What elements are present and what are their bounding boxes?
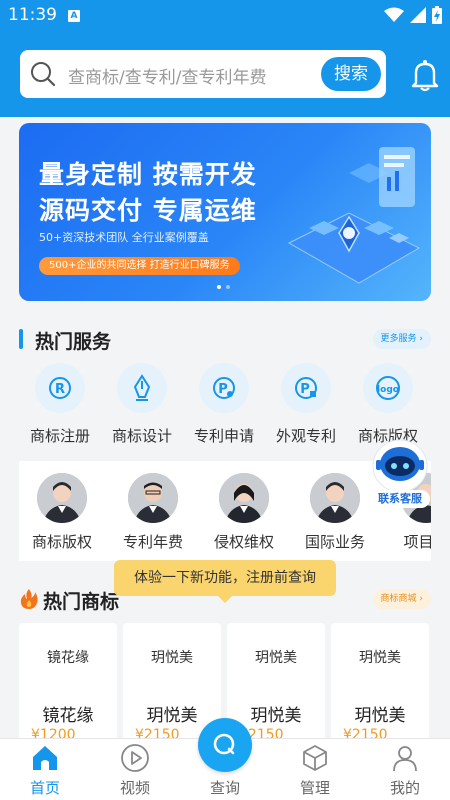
nav-label: 首页 [29,779,60,797]
header: 查商标/查专利/查专利年费 搜索 [0,32,450,117]
query-fab[interactable] [198,718,252,772]
section-accent-bar [19,329,23,349]
service-label: 专利申请 [193,427,254,445]
customer-service-label: 联系客服 [370,490,430,508]
fire-icon [20,589,38,609]
trademark-logo: 玥悦美 [255,650,297,666]
trademark-price: ¥2150 [343,727,388,738]
play-circle-icon [90,743,180,773]
nav-video[interactable]: 视频 [90,743,180,798]
trademark-mall-link[interactable]: 商标商城 › [372,589,431,609]
trademark-price: ¥1200 [31,727,76,738]
hot-trademarks-title: 热门商标 [43,591,120,613]
status-indicators [384,6,442,24]
service-item-logo-copyright[interactable]: logo 商标版权 [347,361,429,446]
trademark-name: 镜花缘 [42,706,94,726]
trademark-card[interactable]: 玥悦美 玥悦美 ¥2150 [123,623,221,738]
service-item-patent-apply[interactable]: P 专利申请 [183,361,265,446]
trademark-mall-label: 商标商城 [380,594,417,604]
service-item-design-patent[interactable]: P 外观专利 [265,361,347,446]
nav-home[interactable]: 首页 [0,743,90,798]
expert-label: 侵权维权 [213,533,274,551]
trademark-price: ¥2150 [135,727,180,738]
trademark-name: 玥悦美 [250,706,302,726]
banner-dot [226,285,230,289]
more-services-link[interactable]: 更多服务 › [372,329,431,349]
banner-pill: 500+企业的共同选择 打造行业口碑服务 [39,257,240,275]
expert-item[interactable]: 专利年费 [108,473,198,552]
expert-item[interactable]: 商标版权 [19,473,107,552]
trademark-logo: 玥悦美 [359,650,401,666]
trademark-name: 玥悦美 [146,706,198,726]
banner-pagination [217,285,230,289]
cube-icon [270,743,360,773]
nav-label: 视频 [119,779,150,797]
nav-label: 管理 [299,779,330,797]
avatar [310,473,360,523]
service-label: 商标设计 [111,427,172,445]
home-content[interactable]: 量身定制 按需开发 源码交付 专属运维 50+资深技术团队 全行业案例覆盖 50… [0,117,450,738]
banner-headline-1: 量身定制 按需开发 [39,160,257,189]
trademark-logo: 镜花缘 [47,650,89,666]
cellular-signal-icon [410,7,426,23]
service-item-trademark-design[interactable]: 商标设计 [101,361,183,446]
nav-manage[interactable]: 管理 [270,743,360,798]
service-label: 外观专利 [275,427,336,445]
banner-headline-2: 源码交付 专属运维 [39,196,257,225]
new-feature-tooltip[interactable]: 体验一下新功能，注册前查询 [114,560,336,596]
tooltip-arrow [218,596,232,603]
search-bar[interactable]: 查商标/查专利/查专利年费 搜索 [20,50,386,98]
status-time: 11:39 [8,5,57,25]
banner-dot-active [217,285,221,289]
service-item-trademark-register[interactable]: R 商标注册 [19,361,101,446]
expert-label: 国际业务 [304,533,365,551]
search-icon [31,62,56,87]
search-icon [213,733,235,755]
avatar [128,473,178,523]
wifi-icon [384,7,404,22]
expert-item[interactable]: 侵权维权 [199,473,289,552]
pen-nib-icon [117,363,167,413]
service-label: 商标注册 [29,427,90,445]
trademark-card[interactable]: 玥悦美 玥悦美 ¥2150 [227,623,325,738]
user-icon [360,743,450,773]
home-icon [0,743,90,773]
nav-label: 我的 [389,779,420,797]
expert-label: 商标版权 [31,533,92,551]
svg-text:P: P [300,382,310,397]
svg-text:logo: logo [377,385,399,395]
svg-text:R: R [55,382,65,397]
trademark-r-icon: R [35,363,85,413]
more-services-label: 更多服务 [380,334,417,344]
bell-icon[interactable] [408,58,442,92]
promo-banner[interactable]: 量身定制 按需开发 源码交付 专属运维 50+资深技术团队 全行业案例覆盖 50… [19,123,431,301]
avatar [37,473,87,523]
patent-p-icon: P [199,363,249,413]
battery-charging-icon [432,6,442,24]
trademark-card[interactable]: 镜花缘 镜花缘 ¥1200 [19,623,117,738]
search-button[interactable]: 搜索 [321,57,381,91]
expert-label: 项目设 [403,533,431,551]
banner-subline: 50+资深技术团队 全行业案例覆盖 [39,231,209,244]
robot-avatar-icon [372,439,428,493]
svg-text:P: P [218,382,228,397]
trademark-card[interactable]: 玥悦美 玥悦美 ¥2150 [331,623,429,738]
notification-badge-icon: A [68,10,80,22]
trademark-name: 玥悦美 [354,706,406,726]
hot-services-header: 热门服务 更多服务 › [19,327,431,353]
customer-service-button[interactable]: 联系客服 [370,438,430,510]
expert-item[interactable]: 国际业务 [290,473,380,552]
avatar [219,473,269,523]
hot-services-title: 热门服务 [35,331,112,353]
banner-illustration [287,147,421,284]
trademark-logo: 玥悦美 [151,650,193,666]
nav-mine[interactable]: 我的 [360,743,450,798]
nav-label: 查询 [209,779,240,797]
status-bar: 11:39 A [0,0,450,32]
logo-copyright-icon: logo [363,363,413,413]
expert-label: 专利年费 [122,533,183,551]
search-input[interactable]: 查商标/查专利/查专利年费 [68,63,266,88]
design-patent-icon: P [281,363,331,413]
